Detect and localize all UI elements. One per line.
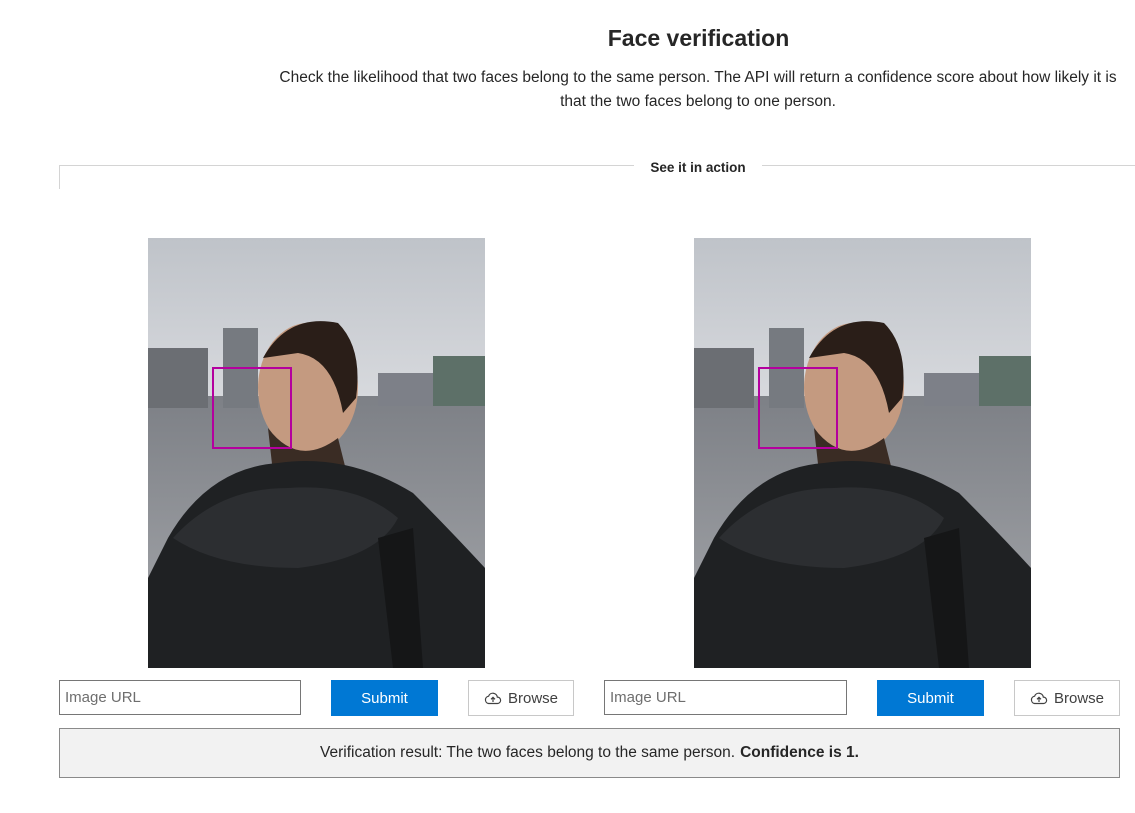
image-url-input-2[interactable]	[604, 680, 847, 715]
submit-label: Submit	[361, 689, 408, 707]
section-divider-left	[59, 165, 634, 166]
verification-result: Verification result: The two faces belon…	[59, 728, 1120, 778]
image-url-input-1[interactable]	[59, 680, 301, 715]
browse-label: Browse	[1053, 689, 1105, 707]
face-image-2	[694, 238, 1031, 668]
face-bounding-box	[758, 367, 838, 449]
result-text: Verification result: The two faces belon…	[320, 744, 736, 761]
browse-button-2[interactable]: Browse	[1014, 680, 1120, 716]
browse-button-1[interactable]: Browse	[468, 680, 574, 716]
page-title: Face verification	[607, 25, 790, 51]
result-confidence: Confidence is 1.	[740, 744, 859, 761]
page-description: Check the likelihood that two faces belo…	[279, 69, 1117, 110]
submit-label: Submit	[907, 689, 954, 707]
face-bounding-box	[212, 367, 292, 449]
cloud-upload-icon	[1030, 691, 1048, 705]
section-label: See it in action	[650, 160, 746, 175]
submit-button-1[interactable]: Submit	[331, 680, 438, 716]
cloud-upload-icon	[484, 691, 502, 705]
face-image-1	[148, 238, 485, 668]
face-verification-page: Face verification Check the likelihood t…	[0, 0, 1135, 813]
section-divider-right	[762, 165, 1135, 166]
section-divider-tick	[59, 165, 60, 189]
submit-button-2[interactable]: Submit	[877, 680, 984, 716]
browse-label: Browse	[507, 689, 559, 707]
